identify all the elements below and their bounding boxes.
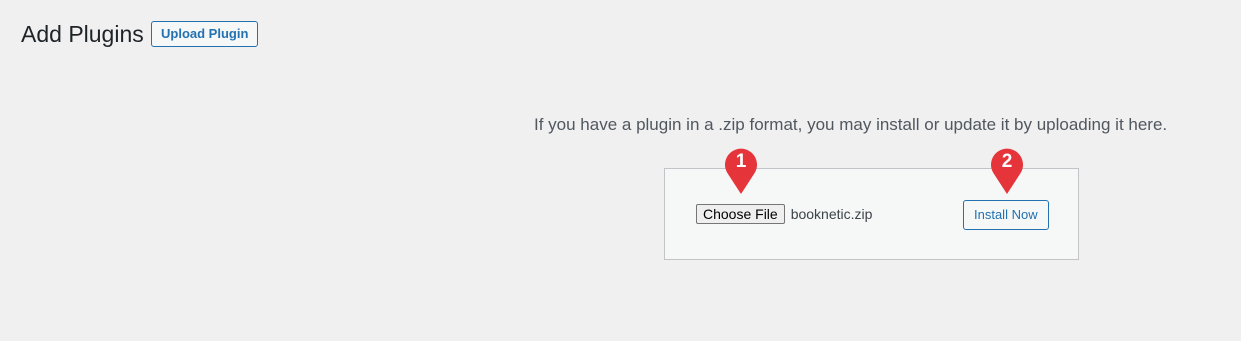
upload-help-text: If you have a plugin in a .zip format, y… — [534, 115, 1168, 134]
step-2-number: 2 — [1001, 151, 1013, 172]
step-2-marker-icon: 2 — [987, 146, 1027, 196]
choose-file-button[interactable]: Choose File — [696, 204, 785, 224]
step-1-number: 1 — [735, 151, 747, 172]
step-1-marker-icon: 1 — [721, 146, 761, 196]
file-input[interactable]: Choose File booknetic.zip — [696, 204, 872, 224]
install-now-button[interactable]: Install Now — [963, 200, 1049, 230]
upload-plugin-button[interactable]: Upload Plugin — [151, 21, 259, 47]
selected-file-name: booknetic.zip — [790, 206, 873, 222]
page-title: Add Plugins — [21, 21, 144, 47]
